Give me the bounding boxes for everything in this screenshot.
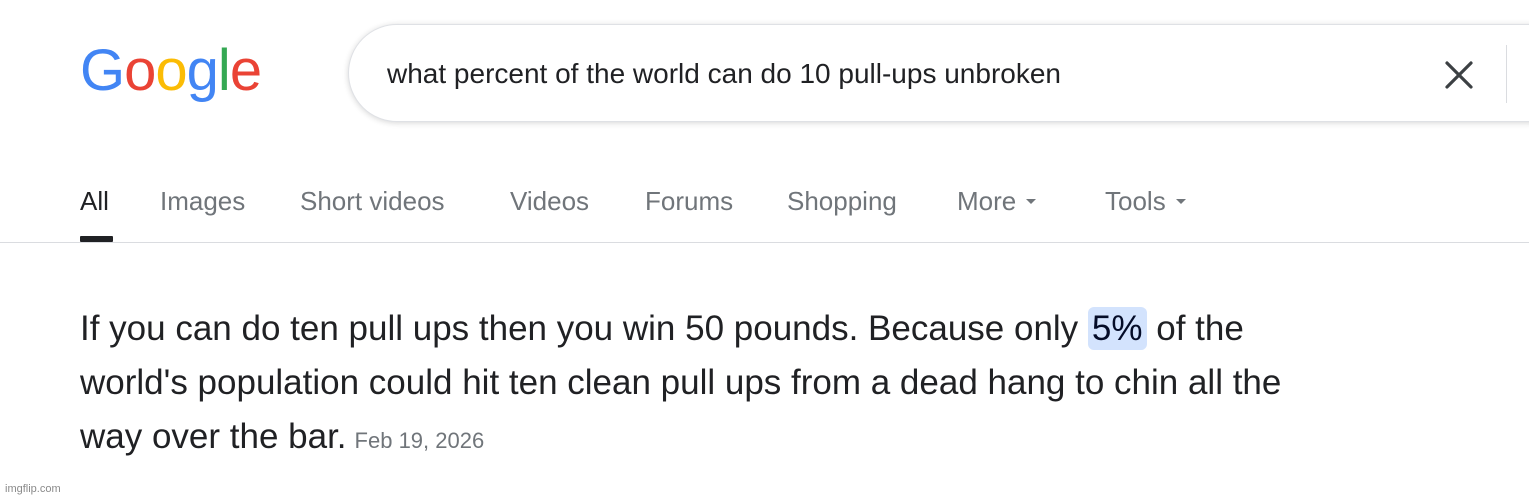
logo-letter-e: e [229, 38, 262, 103]
tab-all[interactable]: All [80, 180, 113, 244]
chevron-down-icon [1175, 198, 1186, 204]
logo-letter-g: G [80, 38, 125, 103]
tab-forums[interactable]: Forums [645, 180, 733, 244]
logo-letter-l: l [217, 38, 231, 103]
logo-letter-g2: g [186, 38, 219, 103]
tab-videos-label: Videos [510, 186, 590, 216]
tab-tools[interactable]: Tools [1105, 180, 1186, 244]
tab-more-label: More [957, 186, 1017, 216]
tab-short-videos-label: Short videos [300, 186, 445, 216]
chevron-down-icon [1026, 198, 1037, 204]
logo-letter-o1: o [124, 38, 156, 103]
tab-all-label: All [80, 186, 109, 216]
tab-shopping[interactable]: Shopping [787, 180, 897, 244]
tab-short-videos[interactable]: Short videos [300, 180, 445, 244]
clear-search-button[interactable] [1441, 57, 1477, 93]
snippet-text-before: If you can do ten pull ups then you win … [80, 309, 1088, 348]
snippet-date: Feb 19, 2026 [354, 428, 485, 453]
tab-forums-label: Forums [645, 186, 734, 216]
snippet-highlight: 5% [1087, 307, 1147, 350]
tabs-divider [0, 242, 1529, 243]
featured-snippet: If you can do ten pull ups then you win … [80, 302, 1340, 468]
tab-images[interactable]: Images [160, 180, 245, 244]
close-icon [1445, 61, 1473, 89]
search-input[interactable] [387, 53, 1387, 95]
tab-more[interactable]: More [957, 180, 1037, 244]
watermark: imgflip.com [5, 483, 61, 495]
search-box[interactable] [348, 24, 1529, 122]
tab-images-label: Images [160, 186, 246, 216]
tab-videos[interactable]: Videos [510, 180, 589, 244]
search-box-divider [1506, 45, 1507, 103]
google-logo[interactable]: Google [80, 36, 262, 106]
logo-letter-o2: o [155, 38, 187, 103]
tab-tools-label: Tools [1105, 186, 1166, 216]
search-results-page: Google All Images Short videos Videos Fo… [0, 0, 1529, 499]
tab-shopping-label: Shopping [787, 186, 897, 216]
